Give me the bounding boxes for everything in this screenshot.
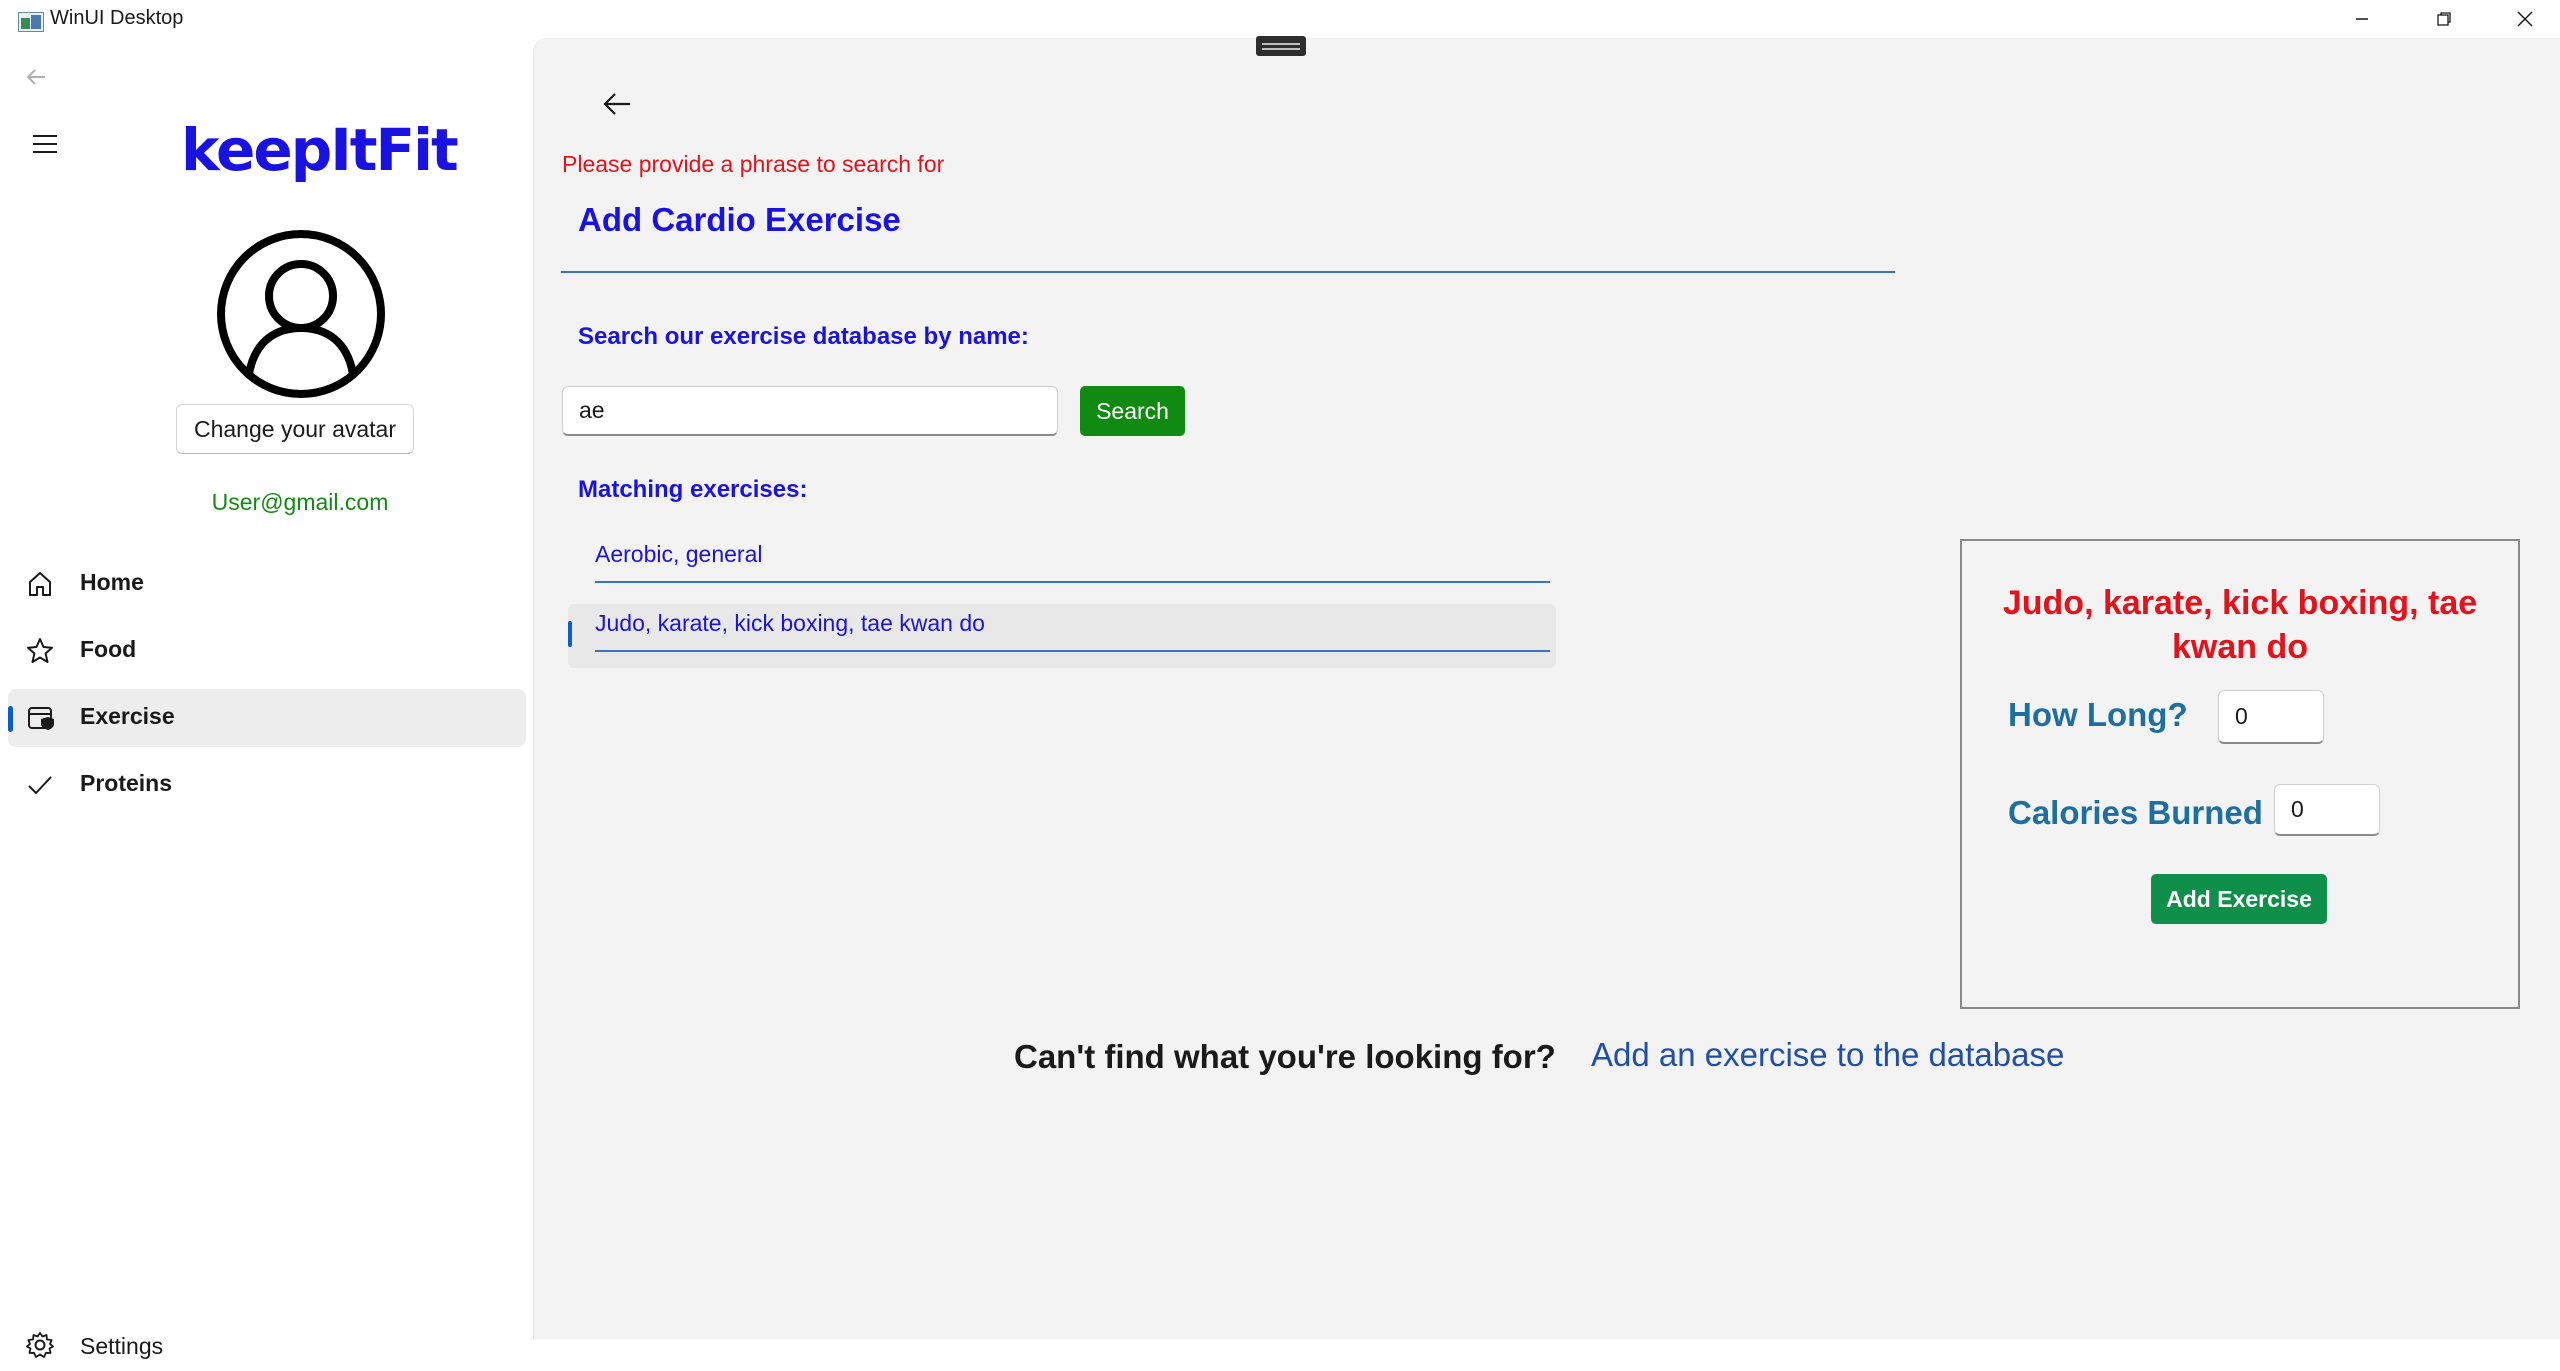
avatar	[215, 228, 387, 405]
selection-indicator	[568, 621, 572, 647]
hamburger-icon	[33, 135, 57, 153]
add-exercise-button[interactable]: Add Exercise	[2151, 874, 2327, 924]
exercise-detail-panel: Judo, karate, kick boxing, tae kwan do H…	[1960, 539, 2520, 1009]
nav-item-proteins[interactable]: Proteins	[8, 756, 526, 814]
nav-item-exercise[interactable]: Exercise	[8, 689, 526, 747]
change-avatar-button[interactable]: Change your avatar	[176, 404, 414, 454]
close-icon	[2517, 11, 2533, 27]
cant-find-text: Can't find what you're looking for?	[1014, 1038, 1556, 1075]
app-icon	[18, 12, 44, 32]
nav-label-exercise: Exercise	[80, 703, 175, 729]
search-error-message: Please provide a phrase to search for	[562, 151, 945, 177]
nav-label-home: Home	[80, 569, 144, 595]
page-title: Add Cardio Exercise	[578, 201, 901, 238]
home-icon	[29, 572, 51, 596]
content-frame: Please provide a phrase to search for Ad…	[533, 36, 2560, 1339]
exercise-search-input[interactable]	[562, 386, 1058, 436]
nav-item-home[interactable]: Home	[8, 555, 526, 613]
title-divider	[561, 271, 1895, 273]
result-divider	[595, 650, 1550, 652]
back-arrow-icon	[26, 69, 45, 85]
nav-label-food: Food	[80, 636, 137, 662]
star-icon	[27, 638, 53, 663]
nav-item-settings[interactable]: Settings	[8, 1321, 526, 1371]
selection-indicator	[8, 706, 13, 732]
result-divider	[595, 581, 1550, 583]
nav-label-proteins: Proteins	[80, 770, 173, 796]
nav-back-button[interactable]	[25, 66, 47, 93]
exercise-icon	[28, 707, 54, 730]
nav-item-food[interactable]: Food	[8, 622, 526, 680]
navigation-pane: keepItFit Change your avatar User@gmail.…	[0, 38, 533, 1359]
restore-icon	[2437, 12, 2451, 26]
page-back-button[interactable]	[602, 90, 632, 123]
exercise-result-label: Judo, karate, kick boxing, tae kwan do	[595, 610, 985, 636]
search-button[interactable]: Search	[1080, 386, 1185, 436]
checkmark-icon	[28, 776, 52, 795]
exercise-result-item[interactable]: Judo, karate, kick boxing, tae kwan do	[568, 604, 1556, 668]
hamburger-menu-button[interactable]	[31, 133, 61, 160]
how-long-label: How Long?	[2008, 696, 2188, 733]
settings-label: Settings	[80, 1333, 164, 1359]
matching-exercises-label: Matching exercises:	[578, 476, 808, 503]
calories-burned-input[interactable]	[2274, 784, 2380, 836]
selected-exercise-title: Judo, karate, kick boxing, tae kwan do	[2002, 584, 2478, 666]
exercise-result-label: Aerobic, general	[595, 541, 763, 567]
how-long-input[interactable]	[2218, 690, 2324, 744]
window-title: WinUI Desktop	[50, 7, 184, 29]
title-bar: WinUI Desktop	[0, 0, 2560, 38]
exercise-result-item[interactable]: Aerobic, general	[568, 533, 1556, 597]
close-button[interactable]	[2494, 0, 2556, 38]
user-avatar-icon	[217, 230, 385, 398]
gear-icon	[26, 1332, 54, 1358]
minimize-button[interactable]	[2331, 0, 2393, 38]
drag-handle[interactable]	[1256, 36, 1306, 56]
add-exercise-to-database-link[interactable]: Add an exercise to the database	[1591, 1036, 2064, 1074]
search-label: Search our exercise database by name:	[578, 323, 1029, 350]
minimize-icon	[2356, 18, 2368, 20]
back-arrow-icon	[603, 93, 630, 115]
user-email: User@gmail.com	[211, 489, 389, 515]
restore-button[interactable]	[2413, 0, 2475, 38]
calories-burned-label: Calories Burned	[2008, 794, 2263, 831]
app-logo: keepItFit	[181, 116, 459, 184]
